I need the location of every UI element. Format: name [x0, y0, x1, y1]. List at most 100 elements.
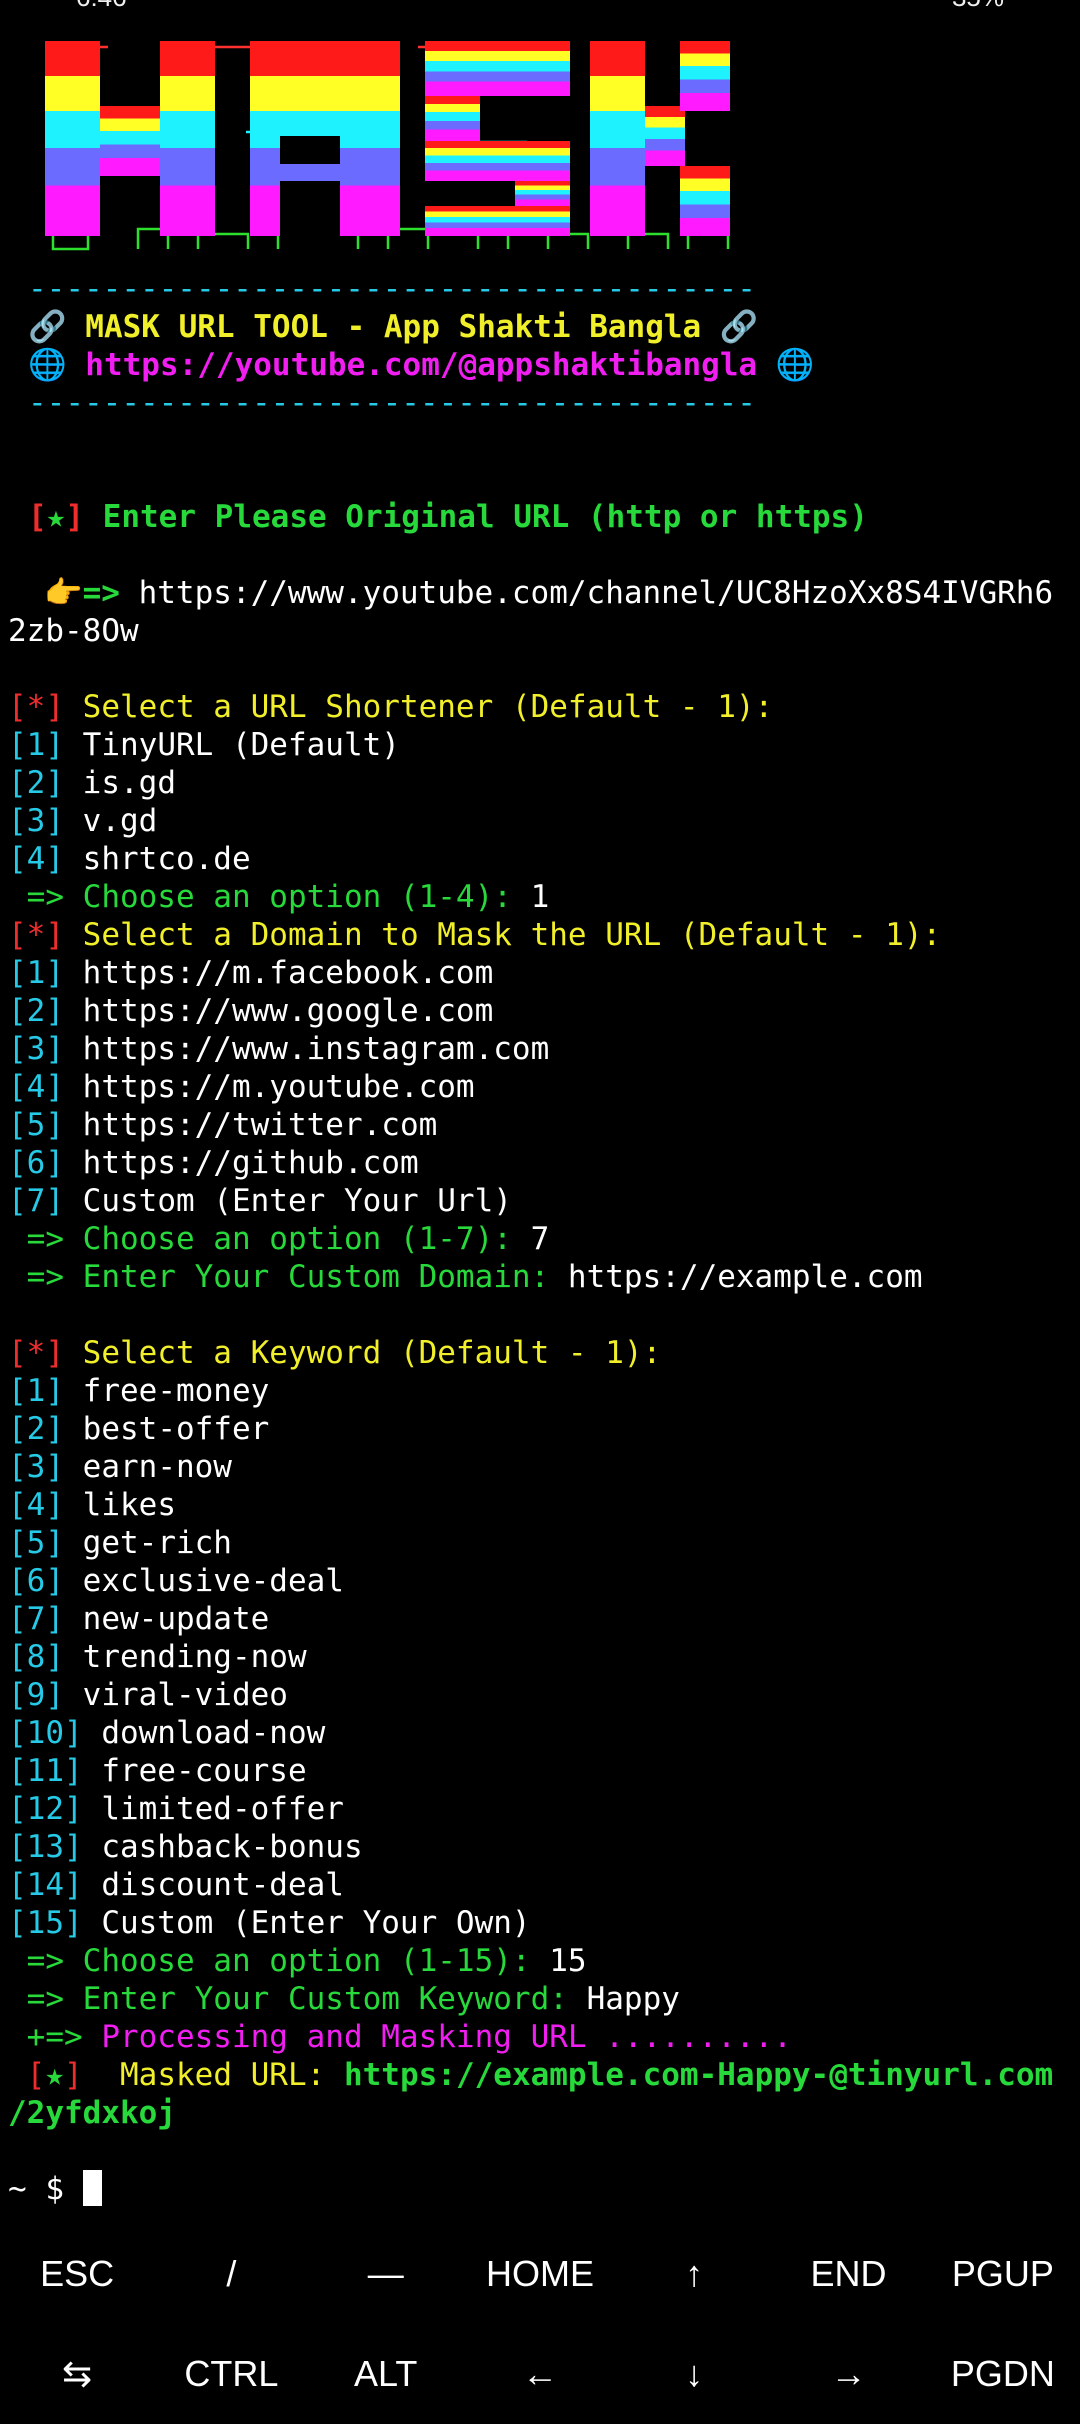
extra-keys-row-2: ⇆ CTRL ALT ← ↓ → PGDN: [0, 2324, 1080, 2424]
header-url: https://youtube.com/@appshaktibangla: [85, 347, 758, 383]
shell-prompt-line[interactable]: ~ $: [8, 2170, 102, 2208]
header-title: MASK URL TOOL - App Shakti Bangla: [85, 309, 702, 345]
option-label: likes: [64, 1487, 176, 1523]
option-label: cashback-bonus: [82, 1829, 363, 1865]
star-icon: ★: [46, 499, 66, 535]
key-pgup[interactable]: PGUP: [926, 2224, 1080, 2324]
option-number: [6]: [8, 1145, 64, 1181]
url-input-line: 👉=> https://www.youtube.com/channel/UC8H…: [44, 575, 1054, 611]
status-time: 6:46: [76, 0, 127, 10]
masked-url-line: [★] Masked URL: https://example.com-Happ…: [8, 2057, 1054, 2093]
domain-option-1: [1] https://m.facebook.com: [8, 954, 493, 992]
extra-keys-row-1: ESC / — HOME ↑ END PGUP: [0, 2224, 1080, 2324]
option-number: [1]: [8, 727, 64, 763]
option-number: [4]: [8, 841, 64, 877]
option-number: [5]: [8, 1107, 64, 1143]
keyword-option-14: [14] discount-deal: [8, 1866, 344, 1904]
keyword-option-1: [1] free-money: [8, 1372, 269, 1410]
domain-option-4: [4] https://m.youtube.com: [8, 1068, 475, 1106]
option-number: [2]: [8, 765, 64, 801]
url-prompt: [★] Enter Please Original URL (http or h…: [28, 499, 868, 535]
key-key-5[interactable]: ↑: [617, 2224, 771, 2324]
option-number: [11]: [8, 1753, 83, 1789]
globe-icon: 🌐: [28, 347, 67, 383]
domain-option-6: [6] https://github.com: [8, 1144, 419, 1182]
custom-domain-line: => Enter Your Custom Domain: https://exa…: [8, 1259, 923, 1295]
option-number: [1]: [8, 955, 64, 991]
key-alt[interactable]: ALT: [309, 2324, 463, 2424]
option-number: [3]: [8, 803, 64, 839]
keyword-option-9: [9] viral-video: [8, 1676, 288, 1714]
key-key-6[interactable]: →: [771, 2324, 925, 2424]
key-pgdn[interactable]: PGDN: [926, 2324, 1080, 2424]
option-number: [12]: [8, 1791, 83, 1827]
pointing-hand-icon: 👉: [44, 575, 83, 611]
option-label: v.gd: [64, 803, 158, 839]
key-key-3[interactable]: —: [309, 2224, 463, 2324]
option-number: [3]: [8, 1449, 64, 1485]
option-number: [3]: [8, 1031, 64, 1067]
keyword-option-10: [10] download-now: [8, 1714, 325, 1752]
keyword-option-2: [2] best-offer: [8, 1410, 269, 1448]
option-number: [9]: [8, 1677, 64, 1713]
option-label: exclusive-deal: [64, 1563, 344, 1599]
option-number: [15]: [8, 1905, 83, 1941]
option-label: best-offer: [64, 1411, 270, 1447]
option-number: [4]: [8, 1069, 64, 1105]
extra-keys-bar: ESC / — HOME ↑ END PGUP ⇆ CTRL ALT ← ↓ → PGDN: [0, 2224, 1080, 2423]
option-label: viral-video: [64, 1677, 288, 1713]
option-label: free-money: [64, 1373, 270, 1409]
option-number: [2]: [8, 993, 64, 1029]
status-bar: 6:46 35%: [0, 0, 1080, 10]
shortener-option-2: [2] is.gd: [8, 764, 176, 802]
option-label: shrtco.de: [64, 841, 251, 877]
key-home[interactable]: HOME: [463, 2224, 617, 2324]
option-number: [7]: [8, 1183, 64, 1219]
option-label: Custom (Enter Your Own): [82, 1905, 531, 1941]
keyword-choose-line: => Choose an option (1-15): 15: [8, 1943, 587, 1979]
option-label: discount-deal: [82, 1867, 344, 1903]
url-input-value: https://www.youtube.com/channel/UC8HzoXx…: [119, 575, 1054, 611]
option-label: new-update: [64, 1601, 270, 1637]
option-number: [5]: [8, 1525, 64, 1561]
option-label: https://m.facebook.com: [64, 955, 494, 991]
key-end[interactable]: END: [771, 2224, 925, 2324]
option-label: download-now: [82, 1715, 326, 1751]
option-label: is.gd: [64, 765, 176, 801]
shortener-option-4: [4] shrtco.de: [8, 840, 251, 878]
keyword-option-12: [12] limited-offer: [8, 1790, 344, 1828]
header-rule-top: ---------------------------------------: [28, 271, 756, 307]
custom-keyword-line: => Enter Your Custom Keyword: Happy: [8, 1981, 680, 2017]
link-icon: 🔗: [719, 309, 759, 345]
option-number: [1]: [8, 1373, 64, 1409]
custom-keyword-value: Happy: [586, 1981, 680, 2017]
key-key-2[interactable]: /: [154, 2224, 308, 2324]
key-ctrl[interactable]: CTRL: [154, 2324, 308, 2424]
shortener-option-3: [3] v.gd: [8, 802, 157, 840]
header-url-line: 🌐 https://youtube.com/@appshaktibangla 🌐: [28, 346, 814, 384]
option-label: https://www.google.com: [64, 993, 494, 1029]
option-label: limited-offer: [82, 1791, 344, 1827]
key-key-4[interactable]: ←: [463, 2324, 617, 2424]
option-label: get-rich: [64, 1525, 232, 1561]
processing-line: +=> Processing and Masking URL .........…: [8, 2019, 792, 2055]
keyword-option-11: [11] free-course: [8, 1752, 307, 1790]
key-key-5[interactable]: ↓: [617, 2324, 771, 2424]
masked-url-value-wrap[interactable]: /2yfdxkoj: [8, 2094, 176, 2132]
status-battery: 35%: [952, 0, 1004, 10]
header-rule-bottom: ---------------------------------------: [28, 385, 756, 421]
option-number: [10]: [8, 1715, 83, 1751]
keyword-option-15: [15] Custom (Enter Your Own): [8, 1904, 531, 1942]
keyword-choice: 15: [549, 1943, 587, 1979]
option-label: https://m.youtube.com: [64, 1069, 475, 1105]
option-number: [8]: [8, 1639, 64, 1675]
domain-option-3: [3] https://www.instagram.com: [8, 1030, 549, 1068]
key-esc[interactable]: ESC: [0, 2224, 154, 2324]
option-label: https://twitter.com: [64, 1107, 438, 1143]
masked-url-value[interactable]: https://example.com-Happy-@tinyurl.com: [344, 2057, 1053, 2093]
globe-icon: 🌐: [775, 347, 815, 383]
key-key-1[interactable]: ⇆: [0, 2324, 154, 2424]
shortener-choice: 1: [530, 879, 550, 915]
option-label: https://www.instagram.com: [64, 1031, 550, 1067]
domain-choice: 7: [530, 1221, 550, 1257]
